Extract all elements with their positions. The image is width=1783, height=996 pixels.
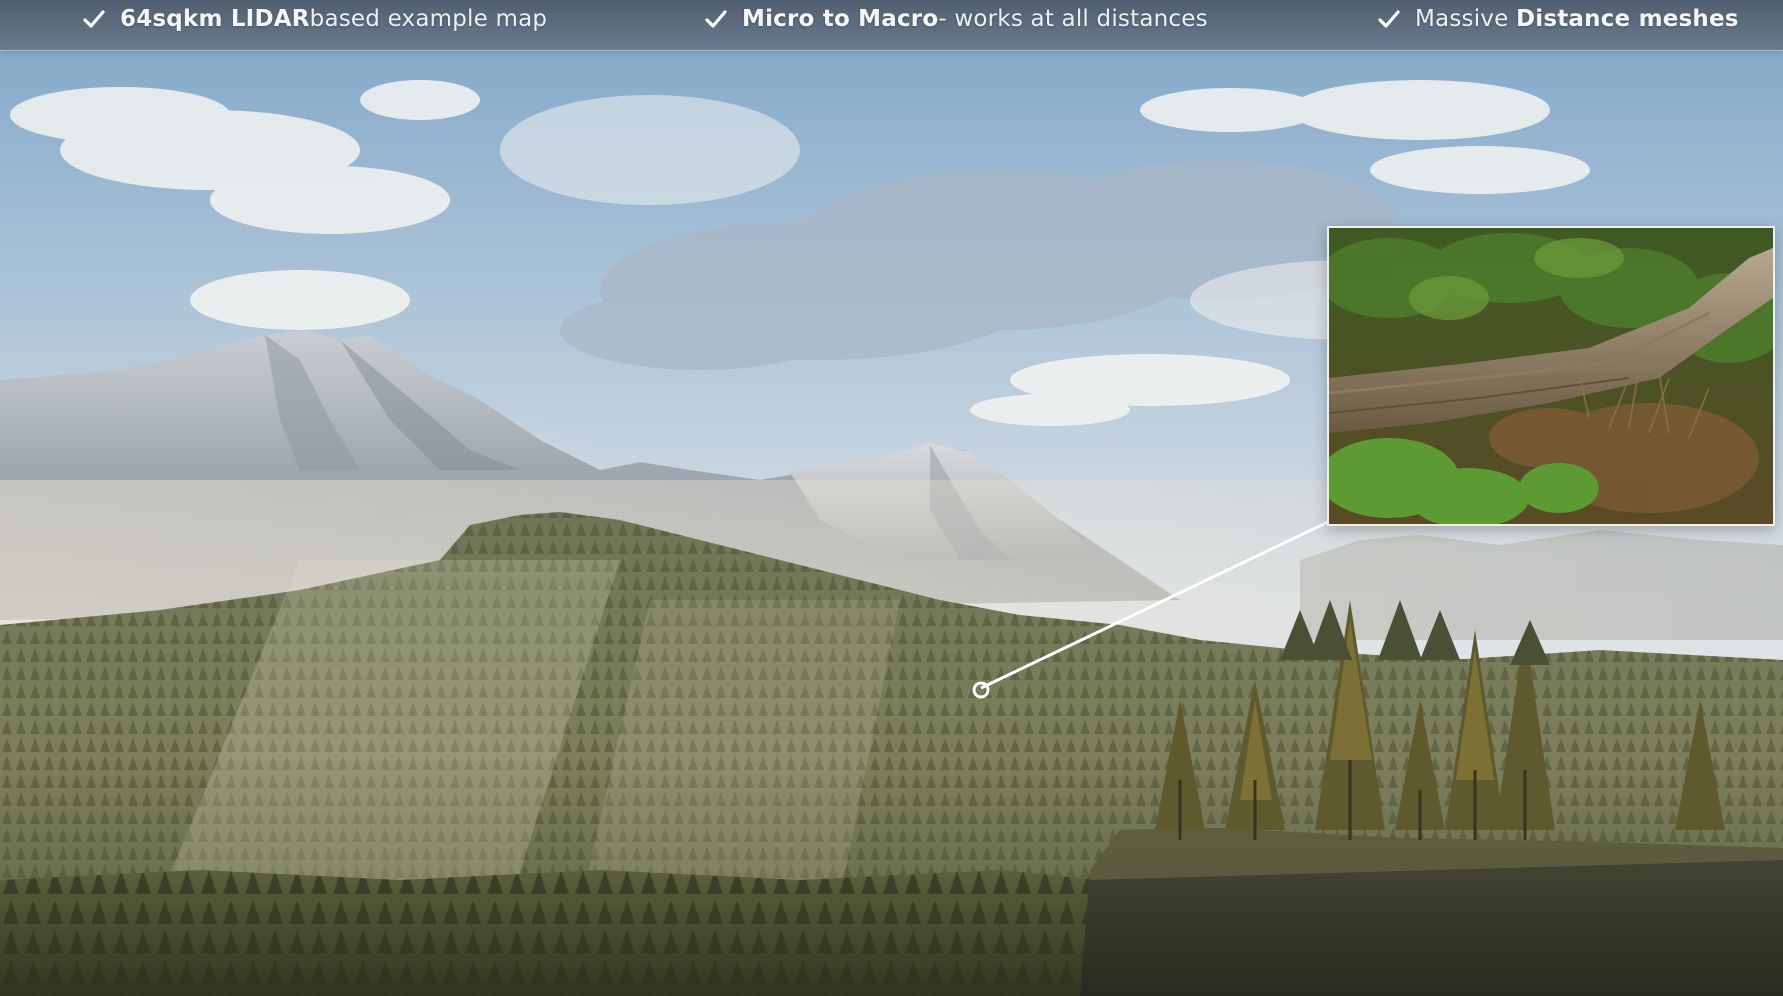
feature-micro-macro-bold: Micro to Macro [742,6,939,32]
check-icon [83,10,105,28]
check-icon [705,10,727,28]
feature-distance-bold: Distance meshes [1515,6,1739,32]
feature-item-lidar: 64sqkm LIDAR based example map [82,0,547,38]
feature-item-distance-meshes: Massive Distance meshes [1377,0,1739,38]
detail-inset-image [1327,226,1775,526]
feature-bar: 64sqkm LIDAR based example map Micro to … [0,0,1783,51]
check-icon [1378,10,1400,28]
landscape-scene: 64sqkm LIDAR based example map Micro to … [0,0,1783,996]
feature-lidar-bold: 64sqkm LIDAR [120,6,310,32]
feature-item-micro-macro: Micro to Macro - works at all distances [704,0,1208,38]
feature-micro-macro-text: - works at all distances [938,6,1208,32]
forest-floor-closeup [1329,228,1773,524]
feature-lidar-text: based example map [309,6,548,32]
feature-distance-text: Massive [1415,6,1516,32]
